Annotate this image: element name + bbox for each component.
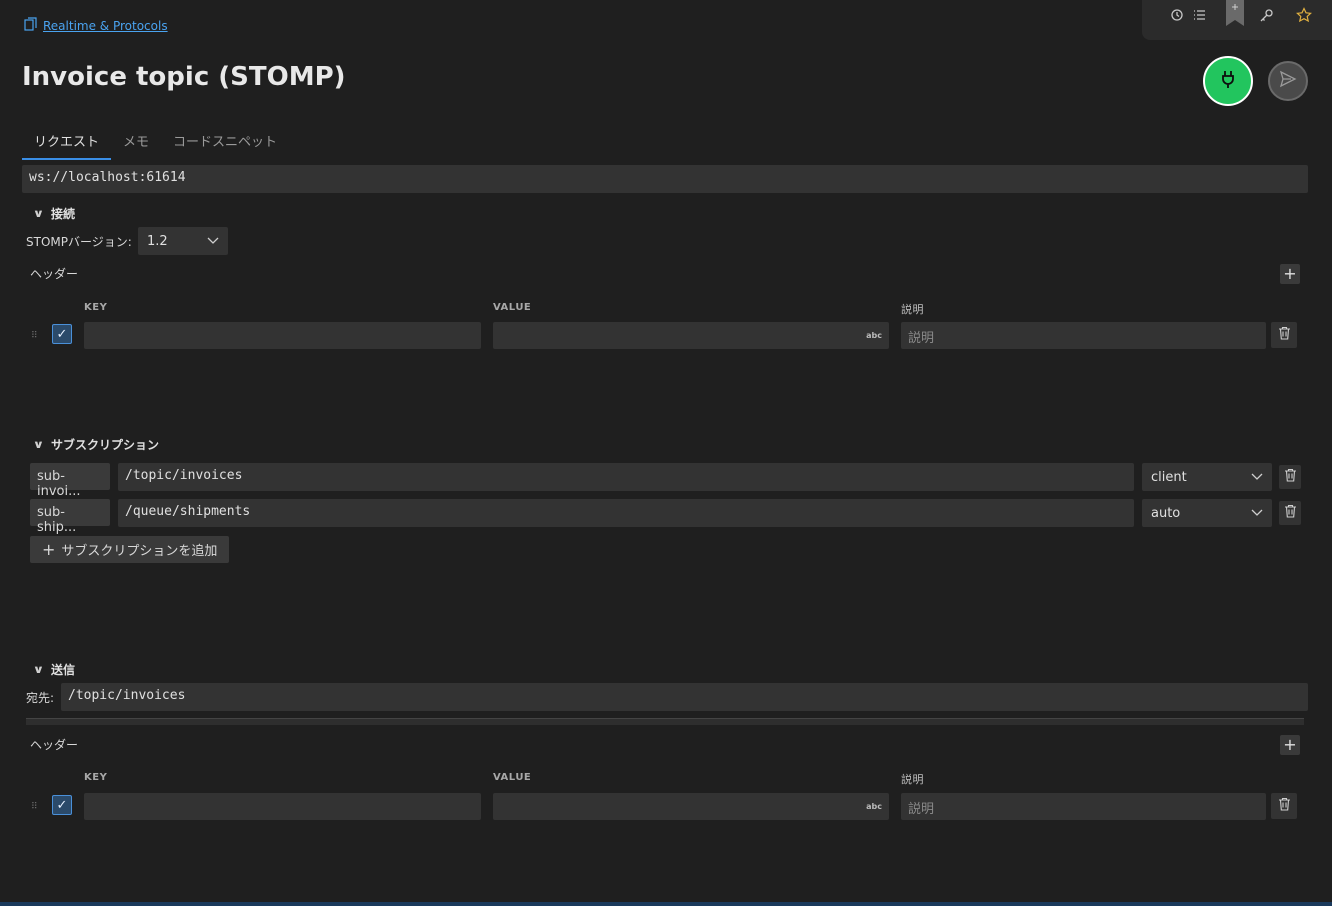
subscription-ack-value: client (1151, 469, 1187, 485)
value-type-badge[interactable]: abc (866, 802, 882, 811)
collection-icon (24, 17, 38, 34)
plus-icon: + (42, 540, 56, 559)
request-tabs: リクエスト メモ コードスニペット (22, 131, 289, 160)
destination-label: 宛先: (26, 691, 55, 705)
subscription-ack-select[interactable]: client (1142, 463, 1272, 491)
send-button[interactable] (1268, 61, 1308, 101)
chevron-down-icon (1251, 506, 1263, 521)
subscription-destination-input[interactable]: /topic/invoices (118, 463, 1134, 491)
bookmark-icon[interactable] (1224, 0, 1246, 28)
connect-button[interactable] (1203, 56, 1253, 106)
trash-icon (1284, 504, 1297, 522)
subscriptions-section-title: サブスクリプション (50, 438, 159, 452)
plus-icon: + (1283, 735, 1297, 754)
chevron-down-icon (207, 234, 219, 249)
connection-header-value-input[interactable]: abc (493, 322, 889, 349)
delete-subscription-button[interactable] (1279, 465, 1301, 489)
list-icon[interactable] (1188, 4, 1210, 26)
send-icon (1279, 70, 1297, 92)
delete-connection-header-button[interactable] (1271, 322, 1297, 348)
tab-request[interactable]: リクエスト (22, 131, 112, 160)
delete-subscription-button[interactable] (1279, 501, 1301, 525)
page-title: Invoice topic (STOMP) (22, 62, 346, 92)
connection-header-enabled-checkbox[interactable]: ✓ (52, 324, 72, 344)
connection-section-toggle[interactable]: ∨ 接続 (32, 205, 75, 222)
top-toolbar (1142, 0, 1332, 40)
chevron-down-icon: ∨ (32, 663, 45, 676)
key-icon[interactable] (1256, 4, 1278, 26)
subscription-id-field[interactable]: sub-ship... (30, 499, 110, 535)
chevron-down-icon: ∨ (32, 207, 45, 220)
subscription-destination-input[interactable]: /queue/shipments (118, 499, 1134, 527)
star-icon[interactable] (1293, 4, 1315, 26)
chevron-down-icon (1251, 470, 1263, 485)
drag-handle-icon[interactable]: ⠿ (31, 802, 38, 812)
value-type-badge[interactable]: abc (866, 331, 882, 340)
delete-send-header-button[interactable] (1271, 793, 1297, 819)
subscription-ack-value: auto (1151, 505, 1181, 521)
drag-handle-icon[interactable]: ⠿ (31, 331, 38, 341)
trash-icon (1278, 797, 1291, 815)
plug-icon (1217, 68, 1239, 94)
plus-icon: + (1283, 264, 1297, 283)
stomp-version-label: STOMPバージョン: (26, 235, 132, 249)
add-send-header-button[interactable]: + (1280, 735, 1300, 755)
send-headers-label: ヘッダー (30, 738, 79, 752)
subscription-id-field[interactable]: sub-invoi... (30, 463, 110, 499)
trash-icon (1278, 326, 1291, 344)
add-subscription-label: サブスクリプションを追加 (61, 544, 218, 559)
send-header-value-input[interactable]: abc (493, 793, 889, 820)
send-col-value: VALUE (493, 772, 532, 783)
url-input[interactable]: ws://localhost:61614 (22, 165, 1308, 193)
subscription-ack-select[interactable]: auto (1142, 499, 1272, 527)
send-header-key-input[interactable] (84, 793, 481, 820)
send-col-description: 説明 (901, 773, 924, 786)
connection-col-description: 説明 (901, 303, 924, 316)
send-destination-input[interactable]: /topic/invoices (61, 683, 1308, 711)
connection-section-title: 接続 (50, 207, 75, 221)
check-icon: ✓ (56, 797, 68, 813)
add-subscription-button[interactable]: + サブスクリプションを追加 (30, 536, 230, 563)
body-editor-scroll[interactable] (26, 718, 1304, 725)
history-icon[interactable] (1166, 4, 1188, 26)
send-col-key: KEY (84, 772, 108, 783)
connection-col-key: KEY (84, 302, 108, 313)
chevron-down-icon: ∨ (32, 438, 45, 451)
bottom-border (0, 902, 1332, 906)
tab-memo[interactable]: メモ (111, 131, 161, 160)
trash-icon (1284, 468, 1297, 486)
send-header-enabled-checkbox[interactable]: ✓ (52, 795, 72, 815)
tab-code-snippet[interactable]: コードスニペット (161, 131, 289, 160)
send-section-toggle[interactable]: ∨ 送信 (32, 661, 75, 678)
send-header-description-input[interactable]: 説明 (901, 793, 1266, 820)
connection-col-value: VALUE (493, 302, 532, 313)
connection-header-key-input[interactable] (84, 322, 481, 349)
send-section-title: 送信 (50, 663, 75, 677)
stomp-version-value: 1.2 (147, 233, 168, 249)
breadcrumb-link[interactable]: Realtime & Protocols (43, 19, 168, 33)
add-connection-header-button[interactable]: + (1280, 264, 1300, 284)
connection-header-description-input[interactable]: 説明 (901, 322, 1266, 349)
breadcrumb[interactable]: Realtime & Protocols (24, 17, 168, 34)
check-icon: ✓ (56, 326, 68, 342)
connection-headers-label: ヘッダー (30, 267, 79, 281)
stomp-version-select[interactable]: 1.2 (138, 227, 228, 255)
subscriptions-section-toggle[interactable]: ∨ サブスクリプション (32, 436, 159, 453)
